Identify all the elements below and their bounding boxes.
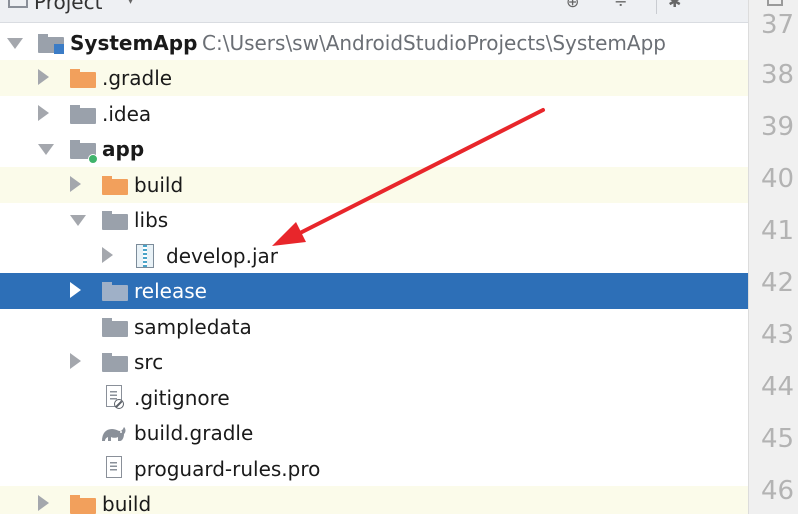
tree-row-root-build[interactable]: build — [0, 486, 748, 514]
orange-folder-icon — [70, 69, 96, 88]
collapse-all-icon[interactable]: ÷ — [614, 0, 627, 11]
text-file-icon — [106, 456, 122, 478]
folder-icon — [102, 318, 128, 337]
collapse-arrow-icon[interactable] — [38, 105, 49, 121]
folder-icon — [102, 282, 128, 301]
view-dropdown-icon[interactable]: ▾ — [127, 0, 134, 8]
expand-arrow-icon[interactable] — [38, 144, 54, 155]
tree-row-gitignore[interactable]: .gitignore — [0, 380, 748, 416]
tree-item-label: SystemApp — [70, 31, 198, 55]
gradle-icon — [102, 427, 126, 441]
tree-item-label: build — [102, 492, 152, 514]
tree-row-root[interactable]: SystemApp C:\Users\sw\AndroidStudioProje… — [0, 25, 748, 61]
folder-icon — [70, 105, 96, 124]
collapse-arrow-icon[interactable] — [38, 69, 49, 85]
collapse-arrow-icon[interactable] — [102, 247, 113, 263]
orange-folder-icon — [102, 176, 128, 195]
tree-row-proguard[interactable]: proguard-rules.pro — [0, 451, 748, 487]
orange-folder-icon — [70, 495, 96, 514]
line-number: 43 — [761, 320, 795, 350]
tree-row-src[interactable]: src — [0, 344, 748, 380]
tree-row-release[interactable]: release — [0, 273, 748, 309]
line-number: 45 — [761, 424, 795, 454]
tree-row-idea[interactable]: .idea — [0, 96, 748, 132]
line-number: 40 — [761, 164, 795, 194]
project-folder-icon — [38, 34, 64, 54]
line-number: 42 — [761, 268, 795, 298]
tree-row-build-gradle[interactable]: build.gradle — [0, 415, 748, 451]
tree-row-develop-jar[interactable]: develop.jar — [0, 238, 748, 274]
editor-toolbar-icon[interactable] — [767, 0, 783, 6]
tree-item-label: .gitignore — [134, 386, 230, 410]
folder-icon — [102, 211, 128, 230]
header-separator — [656, 0, 657, 14]
tree-item-label: app — [102, 137, 145, 161]
line-number: 46 — [761, 476, 795, 506]
project-tree[interactable]: SystemApp C:\Users\sw\AndroidStudioProje… — [0, 25, 748, 514]
tree-item-label: .idea — [102, 102, 152, 126]
settings-gear-icon[interactable]: ✱ — [668, 0, 681, 11]
collapse-arrow-icon[interactable] — [38, 495, 49, 511]
tree-row-libs[interactable]: libs — [0, 202, 748, 238]
expand-arrow-icon[interactable] — [7, 38, 23, 49]
tree-item-label: build.gradle — [134, 421, 254, 445]
project-view-icon[interactable] — [8, 0, 28, 8]
scroll-from-source-icon[interactable]: ⊕ — [566, 0, 579, 11]
line-number: 38 — [761, 60, 795, 90]
tree-item-label: develop.jar — [166, 244, 279, 268]
tree-item-label: .gradle — [102, 66, 173, 90]
line-number: 44 — [761, 372, 795, 402]
collapse-arrow-icon[interactable] — [70, 282, 81, 298]
editor-gutter: 37 38 39 40 41 42 43 44 45 46 — [748, 0, 798, 514]
tree-item-label: release — [134, 279, 207, 303]
ignored-badge-icon — [114, 399, 124, 409]
collapse-arrow-icon[interactable] — [70, 353, 81, 369]
tree-row-sampledata[interactable]: sampledata — [0, 309, 748, 345]
tree-item-label: sampledata — [134, 315, 252, 339]
line-number: 37 — [761, 10, 795, 40]
project-view-title[interactable]: Project — [34, 0, 102, 14]
tree-row-app-build[interactable]: build — [0, 167, 748, 203]
collapse-arrow-icon[interactable] — [70, 176, 81, 192]
expand-arrow-icon[interactable] — [70, 215, 86, 226]
project-path: C:\Users\sw\AndroidStudioProjects\System… — [202, 31, 666, 55]
module-folder-icon — [70, 140, 98, 164]
tree-item-label: src — [134, 350, 164, 374]
tree-item-label: build — [134, 173, 184, 197]
tree-item-label: proguard-rules.pro — [134, 457, 321, 481]
folder-icon — [102, 353, 128, 372]
jar-icon — [136, 244, 154, 268]
line-number: 39 — [761, 112, 795, 142]
tree-row-app[interactable]: app — [0, 131, 748, 167]
line-number: 41 — [761, 216, 795, 246]
tree-row-gradle-dir[interactable]: .gradle — [0, 60, 748, 96]
project-toolwindow-header: Project ▾ ⊕ ÷ ✱ — [0, 0, 748, 23]
tree-item-label: libs — [134, 208, 169, 232]
